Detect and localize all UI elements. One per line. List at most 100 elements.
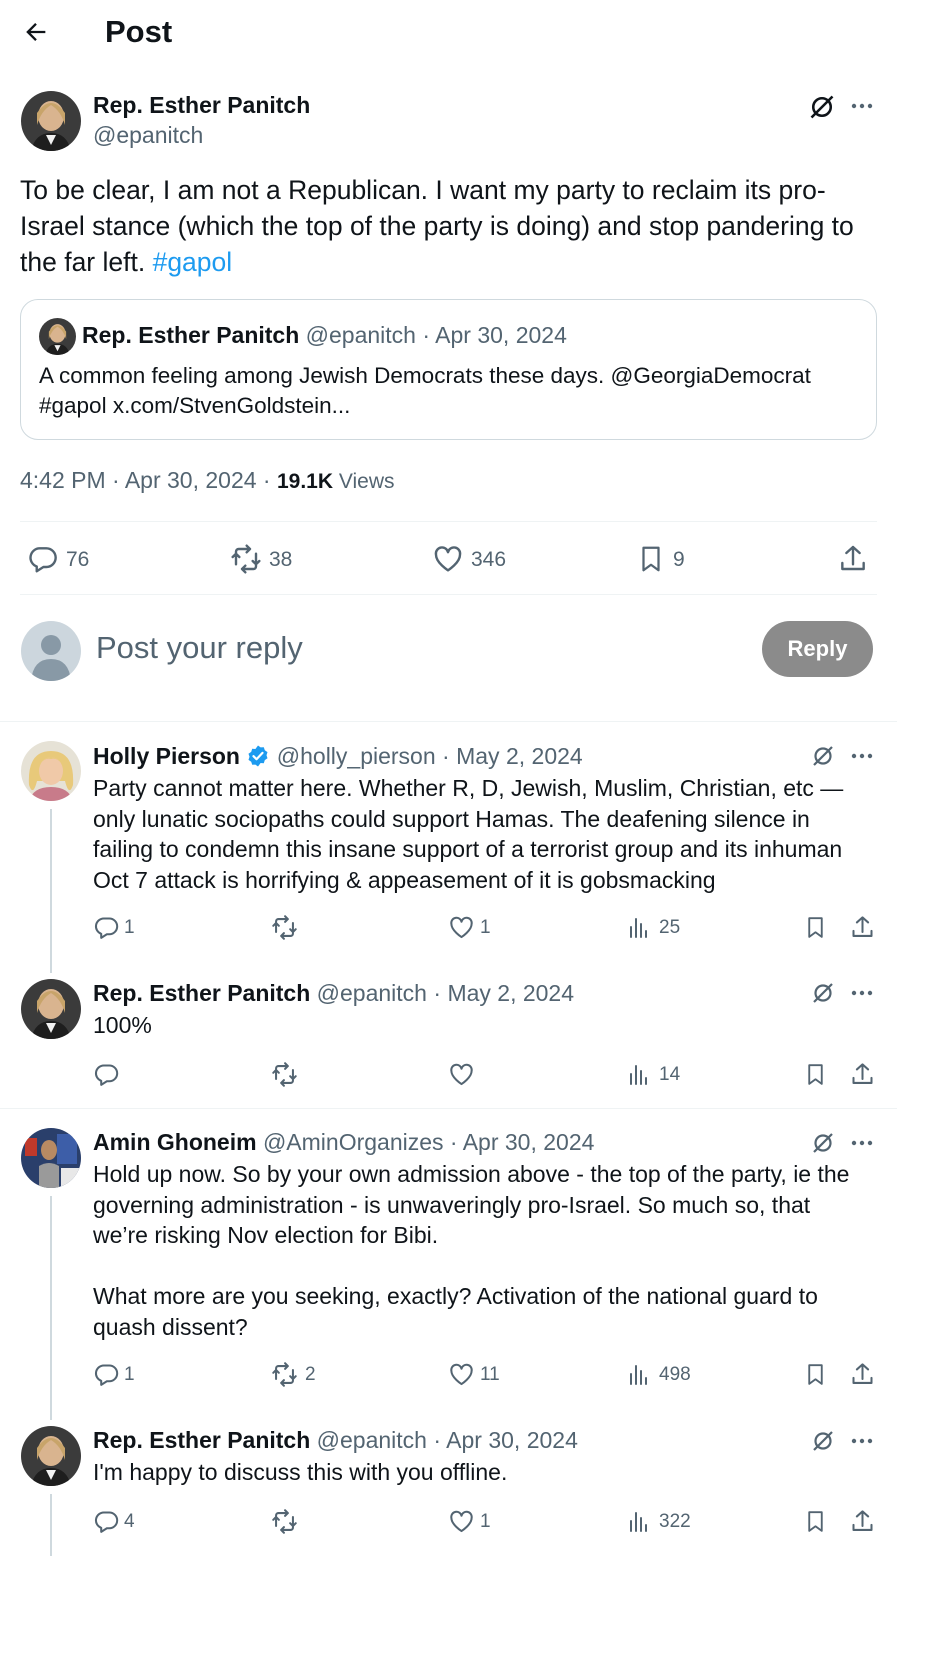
reply-text-line [93, 1251, 849, 1282]
reply-text-line: Party cannot matter here. Whether R, D, … [93, 775, 844, 801]
post-text-line: the far left. #gapol [20, 244, 854, 280]
repost-icon[interactable] [270, 1361, 299, 1388]
share-icon[interactable] [849, 1060, 876, 1089]
repost-icon[interactable] [270, 1061, 299, 1088]
avatar[interactable] [21, 1128, 81, 1188]
author-name[interactable]: Holly Pierson [93, 743, 240, 769]
like-count: 11 [480, 1364, 500, 1385]
repost-count: 2 [305, 1364, 316, 1385]
author-name[interactable]: Amin Ghoneim [93, 1129, 257, 1155]
quote-meta: Rep. Esther Panitch @epanitch · Apr 30, … [82, 322, 567, 349]
thread-line [50, 809, 52, 973]
repost-icon[interactable] [270, 914, 299, 941]
author-handle[interactable]: @holly_pierson [277, 743, 436, 769]
like-icon[interactable] [448, 1508, 475, 1535]
reply-text-line: quash dissent? [93, 1313, 248, 1340]
reply-text-line: only lunatic sociopaths could support Ha… [93, 805, 810, 832]
like-count: 1 [480, 1511, 491, 1532]
reply-icon[interactable] [93, 914, 120, 941]
verified-badge-icon [246, 744, 270, 768]
views-icon[interactable] [627, 1363, 651, 1387]
back-arrow-icon[interactable] [22, 18, 50, 46]
grok-icon[interactable] [811, 1131, 835, 1155]
reply-count: 1 [124, 1364, 135, 1385]
views-count: 498 [659, 1364, 691, 1385]
repost-icon[interactable] [270, 1508, 299, 1535]
more-icon[interactable] [850, 983, 874, 1003]
reply-input[interactable]: Post your reply [96, 630, 303, 666]
grok-icon[interactable] [808, 93, 836, 121]
avatar[interactable] [21, 741, 81, 801]
like-count: 346 [471, 548, 507, 571]
like-icon[interactable] [448, 914, 475, 941]
share-icon[interactable] [849, 1507, 876, 1536]
post-date[interactable]: Apr 30, 2024 [446, 1427, 578, 1453]
reply-icon[interactable] [93, 1361, 120, 1388]
avatar[interactable] [21, 979, 81, 1039]
quote-text: A common feeling among Jewish Democrats … [39, 361, 811, 421]
reply-count: 76 [66, 548, 90, 571]
views-count: 322 [659, 1511, 691, 1532]
author-handle[interactable]: @epanitch [317, 1427, 427, 1453]
separator-dot: · [426, 980, 448, 1006]
more-icon[interactable] [850, 96, 874, 116]
more-icon[interactable] [850, 1431, 874, 1451]
post-date[interactable]: May 2, 2024 [447, 980, 574, 1006]
like-icon[interactable] [448, 1361, 475, 1388]
separator-dot: · [415, 322, 436, 348]
reply-text-line: 100% [93, 1012, 152, 1038]
reply-icon[interactable] [93, 1061, 120, 1088]
more-icon[interactable] [850, 746, 874, 766]
thread-line [50, 1196, 52, 1420]
avatar[interactable] [21, 91, 81, 151]
quote-author-name: Rep. Esther Panitch [82, 322, 300, 348]
reply-text-line: What more are you seeking, exactly? Acti… [93, 1283, 818, 1309]
share-icon[interactable] [849, 1360, 876, 1389]
views-count: 19.1K [276, 470, 334, 493]
bookmark-icon[interactable] [803, 913, 828, 942]
reply-button[interactable]: Reply [762, 621, 873, 677]
author-handle[interactable]: @epanitch [317, 980, 427, 1006]
grok-icon[interactable] [811, 981, 835, 1005]
post-text-line: Israel stance (which the top of the part… [20, 211, 854, 241]
bookmark-icon[interactable] [636, 542, 666, 576]
grok-icon[interactable] [811, 744, 835, 768]
post-date[interactable]: Apr 30, 2024 [463, 1129, 595, 1155]
reply-icon[interactable] [93, 1508, 120, 1535]
bookmark-icon[interactable] [803, 1060, 828, 1089]
reply-icon[interactable] [27, 543, 59, 575]
views-icon[interactable] [627, 1510, 651, 1534]
reply-text: Hold up now. So by your own admission ab… [93, 1159, 849, 1342]
reply-text-line: Hold up now. So by your own admission ab… [93, 1161, 850, 1187]
bookmark-count: 9 [673, 548, 685, 571]
author-name[interactable]: Rep. Esther Panitch [93, 980, 310, 1006]
views-icon[interactable] [627, 1063, 651, 1087]
repost-icon[interactable] [229, 543, 263, 575]
post-date[interactable]: May 2, 2024 [456, 743, 583, 769]
quote-avatar [39, 318, 76, 355]
author-handle[interactable]: @epanitch [93, 122, 203, 149]
like-icon[interactable] [432, 543, 464, 575]
timestamp-text: 4:42 PM · Apr 30, 2024 · [20, 467, 277, 493]
quote-text-line: A common feeling among Jewish Democrats … [39, 363, 811, 388]
page-title: Post [105, 14, 173, 49]
divider [0, 1108, 897, 1109]
more-icon[interactable] [850, 1133, 874, 1153]
views-icon[interactable] [627, 916, 651, 940]
share-icon[interactable] [849, 913, 876, 942]
reply-text: Party cannot matter here. Whether R, D, … [93, 773, 843, 895]
like-icon[interactable] [448, 1061, 475, 1088]
author-handle[interactable]: @AminOrganizes [263, 1129, 444, 1155]
bookmark-icon[interactable] [803, 1507, 828, 1536]
avatar[interactable] [21, 1426, 81, 1486]
hashtag-link[interactable]: #gapol [153, 247, 233, 277]
share-icon[interactable] [837, 542, 869, 576]
grok-icon[interactable] [811, 1429, 835, 1453]
reply-text-line: governing administration - is unwavering… [93, 1191, 811, 1218]
bookmark-icon[interactable] [803, 1360, 828, 1389]
author-name[interactable]: Rep. Esther Panitch [93, 92, 310, 119]
divider [20, 521, 877, 522]
thread-line [50, 1494, 52, 1556]
user-avatar [21, 621, 81, 681]
author-name[interactable]: Rep. Esther Panitch [93, 1427, 310, 1453]
